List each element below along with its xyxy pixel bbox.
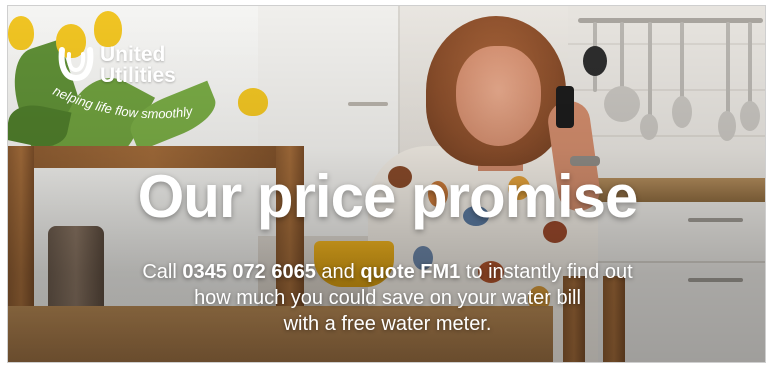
body-and: and xyxy=(315,261,361,283)
body-line-2: how much you could save on your water bi… xyxy=(194,287,581,309)
brand-name: United Utilities xyxy=(100,44,176,86)
quote-code: quote FM1 xyxy=(360,261,461,283)
brand-tagline-text: helping life flow smoothly xyxy=(51,88,195,121)
svg-text:helping life flow smoothly: helping life flow smoothly xyxy=(51,88,195,121)
brand-name-line2: Utilities xyxy=(100,64,176,87)
united-utilities-logo-icon xyxy=(58,47,94,82)
body-intro: Call xyxy=(142,261,183,283)
body-line-3: with a free water meter. xyxy=(283,313,492,335)
body-copy: Call 0345 072 6065 and quote FM1 to inst… xyxy=(8,259,765,337)
promo-banner[interactable]: United Utilities helping life flow smoot… xyxy=(7,5,766,363)
brand-tagline: helping life flow smoothly xyxy=(51,88,195,121)
body-rest-line1: to instantly find out xyxy=(460,261,633,283)
headline: Our price promise xyxy=(137,163,639,230)
brand-name-line1: United xyxy=(100,43,166,66)
phone-number[interactable]: 0345 072 6065 xyxy=(182,261,315,283)
united-utilities-logo[interactable]: United Utilities helping life flow smoot… xyxy=(51,44,226,124)
body-line-1: Call 0345 072 6065 and quote FM1 to inst… xyxy=(8,259,765,285)
